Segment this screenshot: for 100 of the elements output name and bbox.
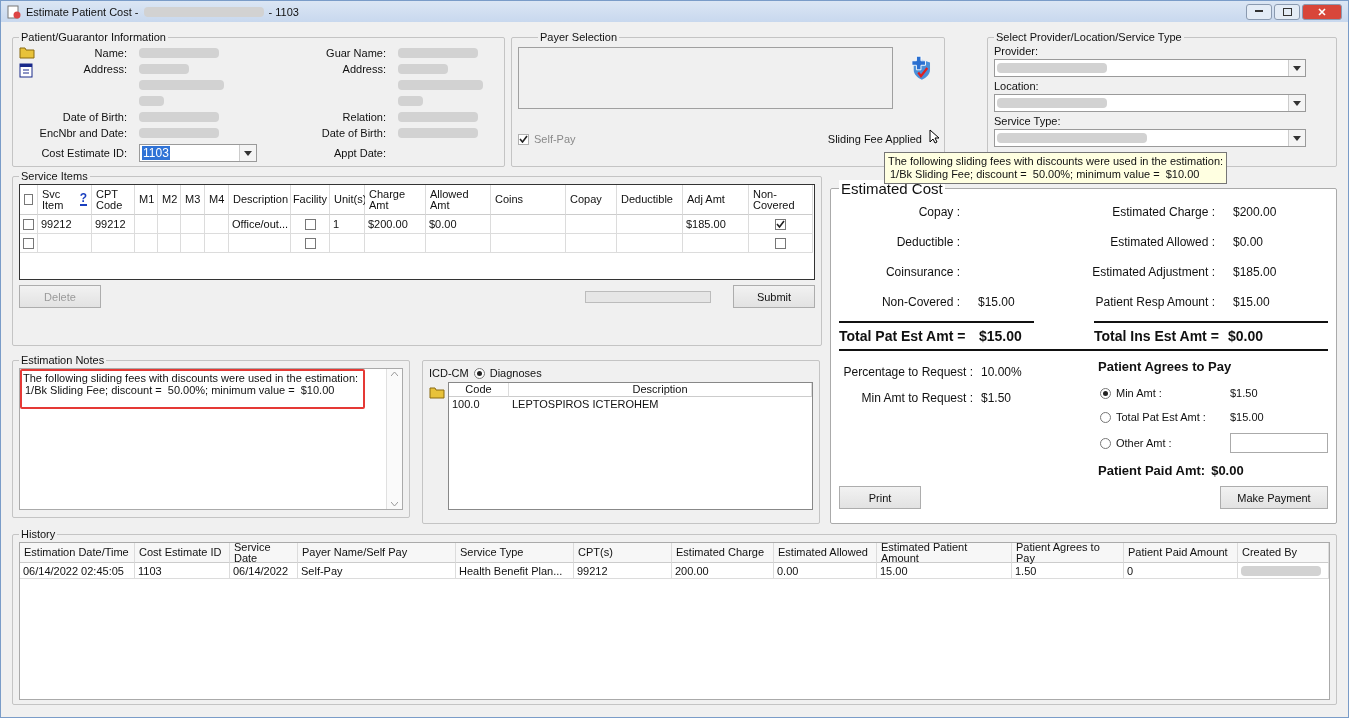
group-title: Payer Selection [539, 31, 619, 43]
folder-icon[interactable] [429, 385, 445, 399]
scroll-down-icon[interactable] [391, 502, 398, 506]
table-cell [617, 215, 683, 234]
field-value: $15.00 [1233, 294, 1271, 311]
checkmark-icon [776, 220, 785, 228]
field-value: $200.00 [1233, 204, 1278, 221]
table-cell [181, 234, 205, 253]
field-label: Patient Resp Amount : [1094, 294, 1215, 311]
group-title: ICD-CM [429, 367, 469, 379]
checkbox[interactable] [304, 237, 316, 249]
column-header: Payer Name/Self Pay [298, 543, 456, 563]
checkbox[interactable] [23, 237, 34, 249]
checkbox[interactable] [775, 237, 786, 249]
column-header: Created By [1238, 543, 1329, 563]
checkbox-label: Self-Pay [534, 133, 576, 145]
column-header: Allowed Amt [426, 185, 491, 215]
column-header: Estimation Date/Time [20, 543, 135, 563]
make-payment-button[interactable]: Make Payment [1220, 486, 1328, 509]
redacted-value [398, 64, 448, 74]
table-cell: Health Benefit Plan... [456, 563, 574, 579]
field-label: Relation: [341, 110, 387, 125]
column-header: M1 [135, 185, 158, 215]
table-cell: 06/14/2022 [230, 563, 298, 579]
paid-value: $0.00 [1211, 463, 1244, 478]
column-header: Deductible [617, 185, 683, 215]
paid-label: Patient Paid Amt: [1098, 463, 1206, 478]
dropdown[interactable] [994, 94, 1306, 112]
table-cell: 06/14/2022 02:45:05 [20, 563, 135, 579]
field-label: Appt Date: [333, 146, 387, 161]
column-header: Patient Agrees to Pay [1012, 543, 1124, 563]
column-header: Facility [291, 185, 330, 215]
tooltip-text: 1/Bk Sliding Fee; discount = 50.00%; minimum value = $10.00 [889, 168, 1201, 181]
table-cell [205, 215, 229, 234]
column-header: CPT(s) [574, 543, 672, 563]
radio-label: Diagnoses [489, 367, 542, 379]
column-header: M4 [205, 185, 229, 215]
radio-button[interactable] [1100, 387, 1111, 399]
column-header: Estimated Patient Amount [877, 543, 1012, 563]
column-header: Svc Item ? [38, 185, 92, 215]
column-header: Unit(s) [330, 185, 365, 215]
checkbox[interactable] [775, 218, 786, 230]
field-label: Min Amt to Request : [860, 391, 973, 405]
checkmark-icon [519, 135, 528, 143]
total-value: $15.00 [979, 327, 1023, 346]
close-icon [1318, 7, 1326, 16]
table-cell: $0.00 [426, 215, 491, 234]
field-label: Estimated Adjustment : [1091, 264, 1215, 281]
maximize-button[interactable] [1274, 3, 1300, 20]
field-label: EncNbr and Date: [38, 126, 128, 141]
note-text: 1/Bk Sliding Fee; discount = 50.00%; minimum value = $10.00 [24, 384, 336, 396]
radio-button[interactable] [473, 367, 485, 379]
field-label: Estimated Charge : [1111, 204, 1215, 221]
submit-button[interactable]: Submit [733, 285, 815, 308]
dropdown-arrow-icon [1293, 100, 1301, 106]
dropdown-arrow-icon [1293, 65, 1301, 71]
column-header: Patient Paid Amount [1124, 543, 1238, 563]
checkbox[interactable] [23, 218, 34, 230]
field-label: Date of Birth: [61, 110, 128, 125]
table-cell [205, 234, 229, 253]
table-cell [365, 234, 426, 253]
field-label: Cost Estimate ID: [40, 146, 128, 161]
table-cell [135, 234, 158, 253]
column-header: M2 [158, 185, 181, 215]
table-cell [92, 234, 135, 253]
field-label: Provider: [994, 45, 1040, 57]
radio-label: Total Pat Est Amt : [1116, 411, 1207, 423]
field-label: Copay : [917, 204, 960, 221]
tooltip-text: The following sliding fees with discounts were used in the estimation: [888, 155, 1224, 168]
field-label: Percentage to Request : [842, 365, 973, 379]
checkbox[interactable] [304, 218, 316, 230]
total-label: Total Pat Est Amt = [839, 327, 967, 346]
amount-input-field[interactable] [1230, 433, 1328, 453]
dropdown[interactable] [994, 59, 1306, 77]
cost-estimate-id-combo[interactable]: 1103 [139, 144, 257, 162]
table-cell [566, 234, 617, 253]
dropdown[interactable] [994, 129, 1306, 147]
scroll-up-icon[interactable] [391, 372, 398, 376]
checkbox[interactable] [24, 194, 33, 205]
minimize-button[interactable] [1246, 3, 1272, 20]
field-label: Deductible : [895, 234, 960, 251]
app-icon [7, 4, 21, 19]
group-title: Select Provider/Location/Service Type [995, 31, 1183, 43]
cursor-icon [929, 129, 939, 144]
radio-button[interactable] [1100, 411, 1111, 423]
table-cell: 99212 [38, 215, 92, 234]
table-cell: $185.00 [683, 215, 749, 234]
print-button[interactable]: Print [839, 486, 921, 509]
window-title: - 1103 [268, 5, 299, 18]
group-title: Patient/Guarantor Information [20, 31, 167, 43]
column-header: Coins [491, 185, 566, 215]
table-cell [426, 234, 491, 253]
total-label: Total Ins Est Amt = [1094, 327, 1220, 346]
radio-button[interactable] [1100, 437, 1111, 449]
column-header: Service Type [456, 543, 574, 563]
column-header: Non-Covered [749, 185, 813, 215]
field-label: Date of Birth: [320, 126, 387, 141]
table-cell-text: LEPTOSPIROS ICTEROHEM [511, 397, 660, 410]
field-value: $15.00 [1230, 411, 1264, 423]
document-icon[interactable] [19, 63, 33, 78]
